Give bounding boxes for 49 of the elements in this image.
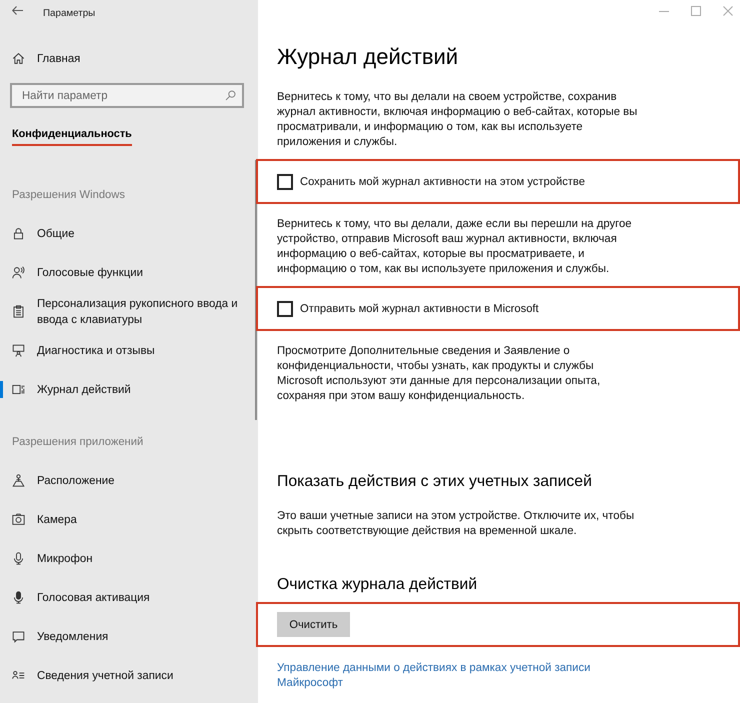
person-board-icon	[12, 344, 25, 357]
speaking-person-icon	[12, 266, 25, 279]
close-icon	[723, 6, 733, 16]
sidebar-item[interactable]: Журнал действий	[0, 370, 258, 409]
checkbox-label: Отправить мой журнал активности в Microsoft	[300, 302, 539, 316]
sidebar-item[interactable]: Диагностика и отзывы	[0, 331, 258, 370]
maximize-icon	[691, 6, 701, 16]
description-text: Просмотрите Дополнительные сведения и Заявление о конфиденциальности, чтобы узнать, как продукты и службы Microsoft используют эти данные для персонализации опыта, сохраняя при этом вашу конфиденциальность.	[277, 344, 602, 404]
sidebar-item[interactable]: Расположение	[0, 461, 258, 500]
sidebar-item[interactable]: Уведомления	[0, 617, 258, 656]
clipboard-icon	[12, 305, 25, 318]
sidebar-item[interactable]: Общие	[0, 214, 258, 253]
home-icon	[12, 52, 25, 65]
description-text: Вернитесь к тому, что вы делали на своем устройстве, сохранив журнал активности, включая информацию о веб-сайтах, которые вы просматривали, и информацию о том, как вы используете приложения и службы.	[277, 90, 638, 150]
checkbox[interactable]	[277, 300, 293, 316]
sidebar-item[interactable]: Персонализация рукописного ввода и ввода с клавиатуры	[0, 292, 258, 331]
sidebar-item[interactable]: Голосовые функции	[0, 253, 258, 292]
sidebar-item[interactable]: Голосовая активация	[0, 578, 258, 617]
description-text: Это ваши учетные записи на этом устройстве. Отключите их, чтобы скрыть соответствующие действия на временной шкале.	[277, 509, 636, 539]
checkbox-label: Сохранить мой журнал активности на этом устройстве	[300, 174, 585, 190]
sidebar-item[interactable]: Микрофон	[0, 539, 258, 578]
speech-bubble-icon	[12, 630, 25, 643]
timeline-icon	[12, 383, 25, 396]
sidebar-item[interactable]: Камера	[0, 500, 258, 539]
section-heading: Очистка журнала действий	[277, 575, 478, 595]
checkbox[interactable]	[277, 174, 293, 190]
lock-icon	[12, 227, 25, 240]
minimize-icon	[659, 10, 669, 12]
scrollbar[interactable]	[255, 160, 257, 420]
account-data-link[interactable]: Управление данными о действиях в рамках учетной записи Майкрософт	[277, 661, 640, 691]
section-title: Конфиденциальность	[12, 125, 132, 146]
section-heading: Показать действия с этих учетных записей	[277, 472, 593, 492]
group-title: Разрешения Windows	[11, 188, 126, 203]
search-icon	[225, 90, 236, 101]
description-text: Вернитесь к тому, что вы делали, даже если вы перешли на другое устройство, отправив Microsoft ваш журнал активности, включая информацию о веб-сайтах, которые вы просматриваете, и информацию о том, как вы используете приложения и службы.	[277, 217, 633, 277]
group-title: Разрешения приложений	[11, 435, 144, 450]
action-button[interactable]: Очистить	[277, 612, 350, 637]
search-field[interactable]: Найти параметр	[10, 83, 244, 108]
sidebar-item[interactable]: Сведения учетной записи	[0, 656, 258, 695]
home-link[interactable]: Главная	[0, 39, 258, 78]
window-title: Параметры	[43, 8, 96, 18]
filled-microphone-icon	[12, 591, 25, 604]
standing-person-icon	[12, 474, 25, 487]
back-arrow-icon	[12, 6, 23, 14]
back-button[interactable]	[12, 6, 23, 14]
page-title: Журнал действий	[277, 43, 460, 71]
camera-icon	[12, 513, 25, 526]
person-list-icon	[12, 669, 25, 682]
microphone-icon	[12, 552, 25, 565]
